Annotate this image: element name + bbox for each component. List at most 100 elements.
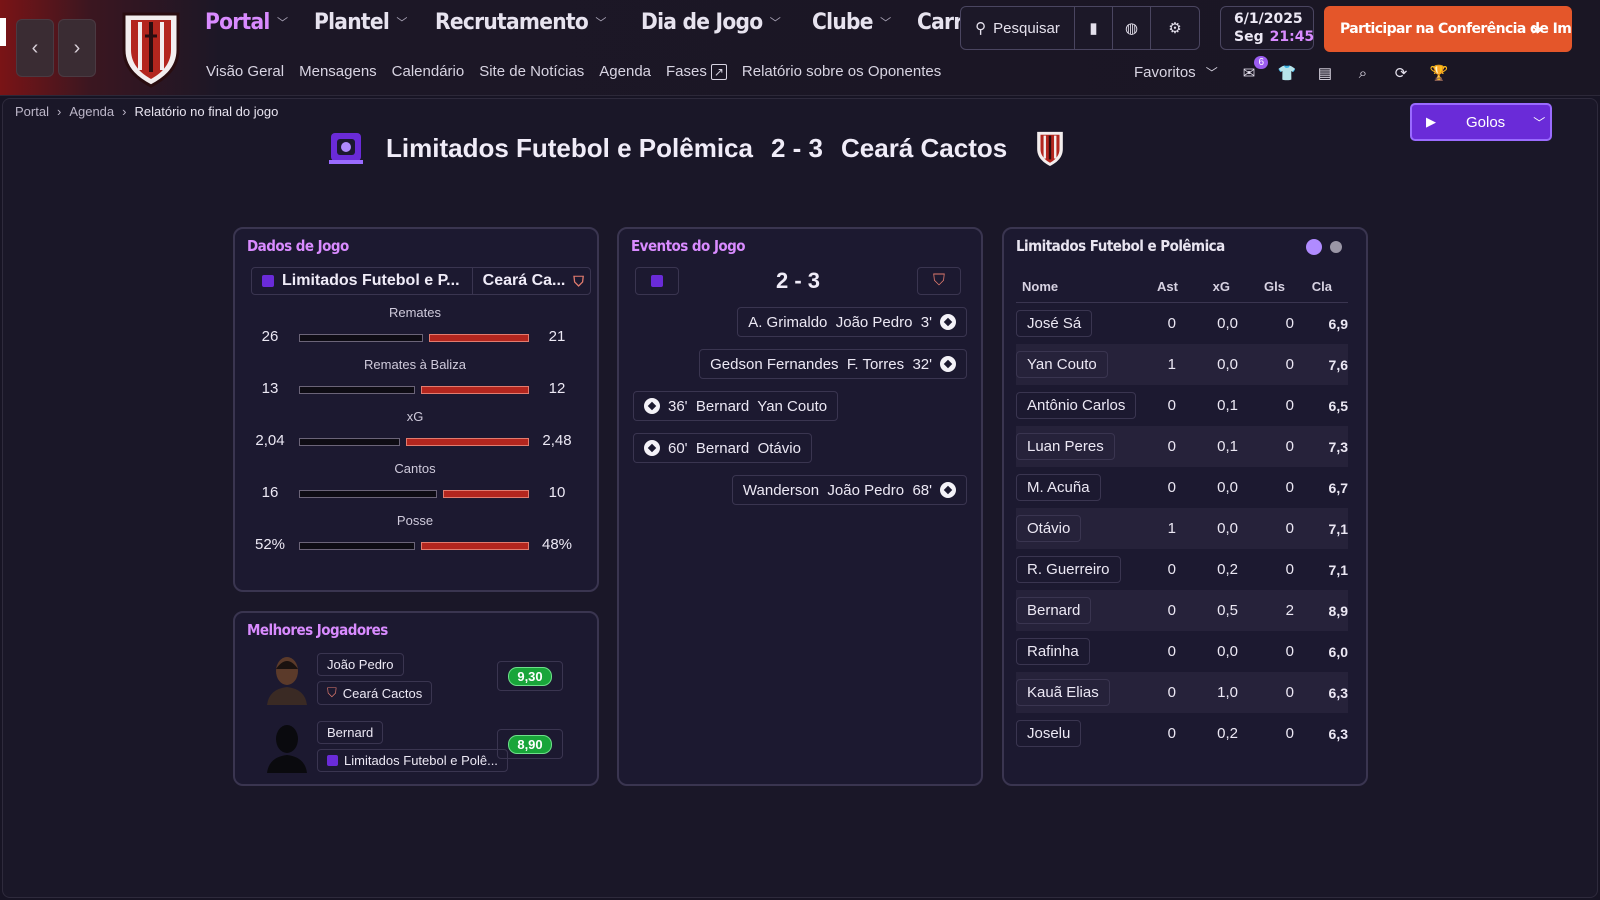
player-name-chip[interactable]: Luan Peres (1016, 433, 1115, 460)
player-name-chip[interactable]: Antônio Carlos (1016, 392, 1137, 419)
search-label: Pesquisar (993, 19, 1060, 37)
subnav-visao-geral[interactable]: Visão Geral (206, 63, 284, 80)
table-row[interactable]: Bernard 0 0,5 2 8,9 (1016, 590, 1348, 631)
subnav-relatorio-oponentes[interactable]: Relatório sobre os Oponentes (742, 63, 941, 80)
cell-gls: 0 (1285, 356, 1294, 373)
table-row[interactable]: Joselu 0 0,2 0 6,3 (1016, 713, 1348, 754)
breadcrumb-agenda[interactable]: Agenda (69, 104, 114, 119)
player-name-chip[interactable]: Otávio (1016, 515, 1082, 542)
messages-icon[interactable]: ✉ 6 (1238, 56, 1268, 84)
subnav-site-noticias[interactable]: Site de Notícias (479, 63, 584, 80)
table-row[interactable]: Otávio 1 0,0 0 7,1 (1016, 508, 1348, 549)
player-name-chip[interactable]: José Sá (1016, 310, 1093, 337)
favorites-dropdown[interactable]: Favoritos ﹀ (1134, 64, 1218, 81)
table-row[interactable]: Kauã Elias 0 1,0 0 6,3 (1016, 672, 1348, 713)
team-badge-icon: ⛉ (327, 685, 337, 700)
stat-bars (299, 542, 529, 550)
cell-gls: 0 (1285, 397, 1294, 414)
top-player-2[interactable]: Bernard Limitados Futebol e Polê... 8,90 (259, 719, 589, 779)
event-item[interactable]: 60' Bernard Otávio (633, 433, 812, 463)
search-button[interactable]: ⚲ Pesquisar (961, 7, 1075, 49)
breadcrumb: Portal › Agenda › Relatório no final do … (15, 104, 278, 119)
cell-cla: 6,3 (1328, 725, 1348, 742)
col-nome[interactable]: Nome (1016, 279, 1156, 294)
breadcrumb-portal[interactable]: Portal (15, 104, 49, 119)
subnav-agenda[interactable]: Agenda (599, 63, 651, 80)
home-team-name[interactable]: Limitados Futebol e Polêmica (386, 133, 753, 164)
trophy-icon[interactable]: 🏆 (1428, 62, 1450, 84)
player-name-chip[interactable]: Rafinha (1016, 638, 1090, 665)
subnav-mensagens[interactable]: Mensagens (299, 63, 377, 80)
col-ast[interactable]: Ast (1156, 279, 1178, 294)
player-name-chip[interactable]: M. Acuña (1016, 474, 1101, 501)
table-row[interactable]: Luan Peres 0 0,1 0 7,3 (1016, 426, 1348, 467)
table-row[interactable]: José Sá 0 0,0 0 6,9 (1016, 303, 1348, 344)
bookmark-button[interactable]: ▮ (1075, 7, 1113, 49)
player-name-chip[interactable]: Kauã Elias (1016, 679, 1110, 706)
club-crest-logo[interactable] (116, 8, 186, 88)
col-cla[interactable]: Cla (1285, 279, 1332, 294)
player-name-chip[interactable]: Bernard (1016, 597, 1092, 624)
player-name-chip[interactable]: Joselu (1016, 720, 1082, 747)
cell-ast: 0 (1167, 561, 1176, 578)
player-team-name: Limitados Futebol e Polê... (344, 753, 498, 768)
event-item[interactable]: Gedson Fernandes F. Torres 32' (699, 349, 967, 379)
stat-label: Cantos (394, 461, 436, 476)
table-row[interactable]: Rafinha 0 0,0 0 6,0 (1016, 631, 1348, 672)
cell-name: Joselu (1016, 720, 1156, 747)
col-xg[interactable]: xG (1178, 279, 1230, 294)
nav-clube[interactable]: Clube ﹀ (812, 10, 891, 35)
away-team-badge[interactable] (1033, 129, 1067, 167)
contract-icon[interactable]: ▤ (1314, 62, 1336, 84)
event-item[interactable]: A. Grimaldo João Pedro 3' (737, 307, 967, 337)
settings-button[interactable]: ⚙ (1151, 7, 1199, 49)
table-row[interactable]: M. Acuña 0 0,0 0 6,7 (1016, 467, 1348, 508)
home-team-cell[interactable]: Limitados Futebol e P... (252, 268, 473, 294)
nav-portal[interactable]: Portal ﹀ (205, 10, 288, 35)
stat-row: Remates à Baliza 13 12 (235, 357, 595, 403)
nav-dia-de-jogo[interactable]: Dia de Jogo ﹀ (641, 10, 781, 35)
goal-ball-icon (940, 482, 956, 498)
highlights-button[interactable]: ▶ Golos ﹀ (1410, 103, 1552, 141)
goal-ball-icon (940, 314, 956, 330)
player-name-chip[interactable]: R. Guerreiro (1016, 556, 1121, 583)
away-team-name[interactable]: Ceará Cactos (841, 133, 1007, 164)
player-name-chip[interactable]: Yan Couto (1016, 351, 1108, 378)
scout-icon[interactable]: ⌕ (1352, 62, 1374, 84)
team-toggle-home[interactable] (1306, 239, 1322, 255)
game-date-box[interactable]: 6/1/2025 Seg 21:45 (1220, 6, 1314, 50)
shirt-icon[interactable]: 👕 (1276, 62, 1298, 84)
away-team-cell[interactable]: Ceará Ca... ⛉ (473, 268, 590, 294)
nav-plantel[interactable]: Plantel ﹀ (314, 10, 407, 35)
cell-ast: 0 (1167, 602, 1176, 619)
event-item[interactable]: Wanderson João Pedro 68' (731, 475, 967, 505)
subnav-fases[interactable]: Fases ↗ (666, 63, 727, 80)
rating-badge: 9,30 (508, 666, 552, 686)
away-team-badge-box[interactable]: ⛉ (917, 267, 961, 295)
nav-recrutamento[interactable]: Recrutamento ﹀ (435, 10, 606, 35)
refresh-icon[interactable]: ⟳ (1390, 62, 1412, 84)
press-conference-button[interactable]: Participar na Conferência de Imprensa » (1324, 6, 1572, 52)
player-team: ⛉ Ceará Cactos (317, 681, 433, 705)
table-row[interactable]: Yan Couto 1 0,0 0 7,6 (1016, 344, 1348, 385)
top-bar: ‹ › Portal ﹀ Plantel ﹀ Recrutamento ﹀ Dia d… (0, 0, 1600, 96)
home-team-badge[interactable] (328, 130, 364, 166)
world-button[interactable]: ◍ (1113, 7, 1151, 49)
back-button[interactable]: ‹ (16, 19, 54, 77)
forward-button[interactable]: › (58, 19, 96, 77)
team-toggle-away[interactable] (1330, 241, 1342, 253)
cell-ast: 0 (1167, 479, 1176, 496)
home-team-badge-box[interactable] (635, 267, 679, 295)
table-row[interactable]: Antônio Carlos 0 0,1 0 6,5 (1016, 385, 1348, 426)
chevron-down-icon: ﹀ (769, 16, 781, 30)
stat-away-bar (443, 490, 529, 498)
cell-xg: 0,1 (1217, 438, 1238, 455)
subnav-calendario[interactable]: Calendário (392, 63, 465, 80)
external-link-icon: ↗ (710, 64, 727, 80)
col-gls[interactable]: Gls (1230, 279, 1285, 294)
top-player-1[interactable]: João Pedro ⛉ Ceará Cactos 9,30 (259, 651, 589, 711)
stat-home-value: 13 (261, 380, 279, 397)
event-item[interactable]: 36' Bernard Yan Couto (633, 391, 839, 421)
table-row[interactable]: R. Guerreiro 0 0,2 0 7,1 (1016, 549, 1348, 590)
cell-name: Otávio (1016, 515, 1156, 542)
